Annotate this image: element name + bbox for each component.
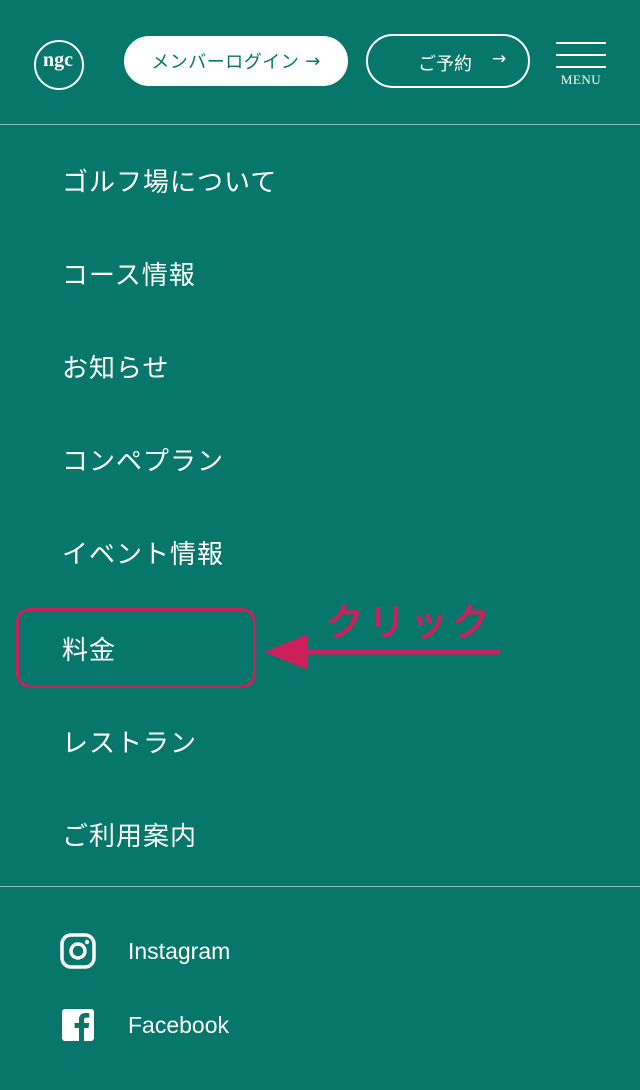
arrow-right-icon: →	[492, 49, 507, 69]
nav-item-guide[interactable]: ご利用案内	[62, 804, 462, 864]
nav-item-news[interactable]: お知らせ	[62, 336, 462, 396]
hamburger-line	[556, 42, 606, 44]
instagram-icon	[60, 933, 96, 969]
instagram-label: Instagram	[128, 937, 231, 964]
nav-item-restaurant[interactable]: レストラン	[62, 711, 462, 771]
nav-item-events[interactable]: イベント情報	[62, 522, 462, 582]
nav-item-about[interactable]: ゴルフ場について	[62, 150, 462, 210]
menu-label: MENU	[560, 72, 602, 87]
site-logo[interactable]: ngc	[34, 40, 84, 90]
arrow-right-icon: →	[305, 50, 321, 72]
site-header: ngc メンバーログイン → ご予約 → MENU	[0, 0, 640, 125]
nav-item-competition-plan[interactable]: コンペプラン	[62, 429, 462, 489]
reserve-button[interactable]: ご予約 →	[366, 34, 530, 88]
hamburger-line	[556, 54, 606, 56]
facebook-label: Facebook	[128, 1011, 230, 1038]
member-login-button[interactable]: メンバーログイン →	[124, 36, 348, 86]
facebook-icon	[60, 1007, 96, 1043]
instagram-link[interactable]: Instagram	[60, 931, 360, 971]
hamburger-line	[556, 66, 606, 68]
menu-button[interactable]: MENU	[556, 42, 606, 92]
facebook-link[interactable]: Facebook	[60, 1005, 360, 1045]
logo-text: ngc	[43, 49, 73, 71]
nav-item-course[interactable]: コース情報	[62, 243, 462, 303]
member-login-label: メンバーログイン	[151, 52, 300, 73]
divider	[0, 886, 640, 887]
annotation-arrow-icon	[264, 634, 501, 670]
highlight-box	[16, 608, 256, 688]
reserve-label: ご予約	[418, 54, 472, 75]
ngc-logo-mark: ngc	[43, 49, 73, 71]
